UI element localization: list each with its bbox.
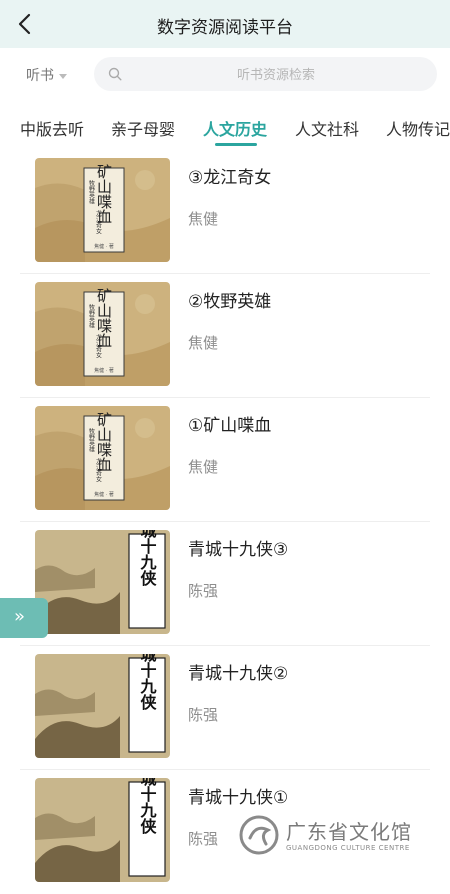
- item-title: ①矿山喋血: [188, 416, 272, 436]
- search-input[interactable]: [134, 57, 418, 93]
- book-cover-image: 矿山喋血 牧野英雄 龙江奇女 焦健 · 著: [35, 282, 170, 386]
- svg-text:龙江奇女: 龙江奇女: [95, 333, 102, 359]
- item-author: 焦健: [188, 458, 219, 476]
- dropdown-caret-icon: [59, 73, 67, 79]
- tab-renwen-lishi[interactable]: 人文历史: [203, 116, 267, 140]
- svg-text:焦健 · 著: 焦健 · 著: [94, 367, 114, 374]
- search-type-label: 听书: [26, 68, 54, 84]
- watermark-logo: 广东省文化馆 GUANGDONG CULTURE CENTRE: [236, 812, 450, 862]
- item-title: 青城十九侠①: [188, 788, 289, 808]
- page-title: 数字资源阅读平台: [157, 18, 293, 38]
- search-icon: [108, 67, 122, 81]
- list-item[interactable]: 青城十九侠 青城十九侠③ 陈强: [0, 522, 450, 646]
- book-cover-image: 青城十九侠: [35, 778, 170, 882]
- item-title: ②牧野英雄: [188, 292, 272, 312]
- svg-text:牧野英雄: 牧野英雄: [88, 303, 95, 329]
- item-title: 青城十九侠③: [188, 540, 289, 560]
- tab-renwen-sheke[interactable]: 人文社科: [295, 116, 359, 140]
- svg-text:青城十九侠: 青城十九侠: [138, 778, 158, 835]
- list-item[interactable]: 矿山喋血 牧野英雄 龙江奇女 焦健 · 著 ①矿山喋血 焦健: [0, 398, 450, 522]
- search-row: 听书: [0, 56, 450, 94]
- search-type-dropdown[interactable]: 听书: [26, 65, 67, 85]
- item-author: 陈强: [188, 582, 219, 600]
- svg-text:青城十九侠: 青城十九侠: [138, 530, 158, 587]
- book-cover-image: 矿山喋血 牧野英雄 龙江奇女 焦健 · 著: [35, 406, 170, 510]
- book-cover-image: 青城十九侠: [35, 530, 170, 634]
- category-tabs: 中版去听 亲子母婴 人文历史 人文社科 人物传记: [0, 106, 450, 148]
- item-author: 陈强: [188, 706, 219, 724]
- item-author: 焦健: [188, 210, 219, 228]
- watermark-subtext: GUANGDONG CULTURE CENTRE: [286, 844, 410, 852]
- item-author: 陈强: [188, 830, 219, 848]
- double-chevron-right-icon: »: [14, 606, 26, 627]
- side-expand-button[interactable]: »: [0, 598, 48, 638]
- svg-text:牧野英雄: 牧野英雄: [88, 179, 95, 205]
- list-item[interactable]: 矿山喋血 牧野英雄 龙江奇女 焦健 · 著 ③龙江奇女 焦健: [0, 150, 450, 274]
- svg-text:青城十九侠: 青城十九侠: [138, 654, 158, 711]
- svg-text:牧野英雄: 牧野英雄: [88, 427, 95, 453]
- top-bar: 数字资源阅读平台: [0, 0, 450, 48]
- item-title: 青城十九侠②: [188, 664, 289, 684]
- list-item[interactable]: 矿山喋血 牧野英雄 龙江奇女 焦健 · 著 ②牧野英雄 焦健: [0, 274, 450, 398]
- item-author: 焦健: [188, 334, 219, 352]
- tab-qinzi-muying[interactable]: 亲子母婴: [111, 116, 175, 140]
- list-item[interactable]: 青城十九侠 青城十九侠② 陈强: [0, 646, 450, 770]
- book-cover-image: 青城十九侠: [35, 654, 170, 758]
- active-tab-indicator: [215, 143, 257, 146]
- search-box[interactable]: [94, 57, 437, 93]
- svg-text:焦健 · 著: 焦健 · 著: [94, 243, 114, 250]
- book-cover-image: 矿山喋血 牧野英雄 龙江奇女 焦健 · 著: [35, 158, 170, 262]
- svg-text:龙江奇女: 龙江奇女: [95, 209, 102, 235]
- svg-text:焦健 · 著: 焦健 · 著: [94, 491, 114, 498]
- watermark-text: 广东省文化馆: [286, 820, 412, 844]
- item-title: ③龙江奇女: [188, 168, 272, 188]
- tab-renwu-zhuanji[interactable]: 人物传记: [386, 116, 450, 140]
- culture-centre-logo-icon: [239, 815, 279, 855]
- tab-zhongban-qu-ting[interactable]: 中版去听: [20, 116, 84, 140]
- svg-text:龙江奇女: 龙江奇女: [95, 457, 102, 483]
